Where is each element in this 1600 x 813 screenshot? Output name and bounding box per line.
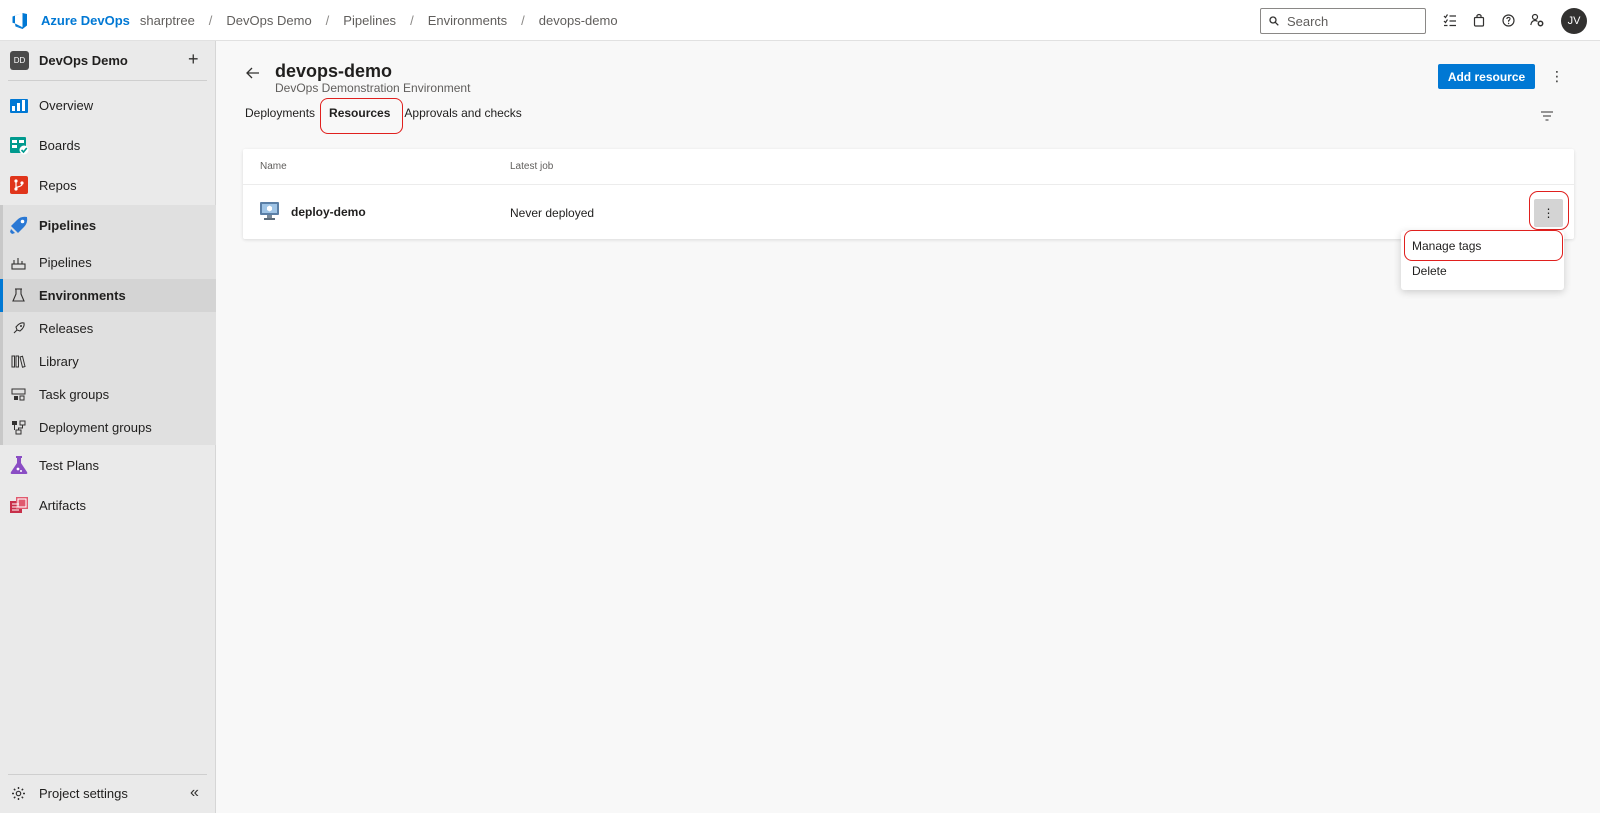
tab-deployments[interactable]: Deployments	[245, 106, 315, 120]
sidebar-item-test-plans[interactable]: Test Plans	[0, 445, 216, 485]
breadcrumb-pipelines[interactable]: Pipelines	[343, 13, 396, 28]
virtual-machine-icon	[260, 202, 279, 220]
task-groups-icon	[11, 388, 26, 401]
sidebar-item-boards[interactable]: Boards	[0, 125, 216, 165]
sidebar-item-label: Repos	[39, 177, 77, 193]
column-header-name: Name	[260, 161, 287, 172]
column-header-latest-job: Latest job	[510, 161, 554, 172]
releases-icon	[13, 322, 25, 334]
page-subtitle: DevOps Demonstration Environment	[275, 81, 471, 95]
breadcrumb-environments[interactable]: Environments	[428, 13, 507, 28]
menu-item-delete[interactable]: Delete	[1412, 264, 1447, 278]
boards-icon	[10, 137, 29, 155]
deployment-groups-icon	[12, 420, 26, 435]
environments-icon	[12, 288, 25, 302]
breadcrumb-environment[interactable]: devops-demo	[539, 13, 618, 28]
breadcrumb: sharptree / DevOps Demo / Pipelines / En…	[140, 13, 618, 28]
search-input[interactable]	[1287, 13, 1417, 29]
pipelines-sub-icon	[11, 258, 26, 270]
sidebar-subitem-environments[interactable]: Environments	[0, 279, 216, 312]
breadcrumb-separator: /	[208, 12, 213, 28]
library-icon	[11, 355, 26, 368]
sidebar-subitem-label: Environments	[39, 288, 126, 303]
project-header[interactable]: DD DevOps Demo	[0, 41, 216, 79]
project-name: DevOps Demo	[39, 52, 128, 68]
resource-name-link[interactable]: deploy-demo	[291, 205, 366, 219]
project-badge: DD	[10, 50, 29, 70]
sidebar-divider	[8, 774, 207, 775]
azure-devops-logo[interactable]: Azure DevOps	[10, 10, 130, 30]
overview-icon	[10, 99, 28, 113]
table-divider	[243, 184, 1574, 185]
sidebar-item-overview[interactable]: Overview	[0, 85, 216, 125]
selected-indicator	[0, 279, 3, 312]
sidebar-item-repos[interactable]: Repos	[0, 165, 216, 205]
help-icon[interactable]	[1500, 11, 1516, 29]
sidebar-item-pipelines[interactable]: Pipelines	[0, 205, 216, 245]
user-settings-icon[interactable]	[1529, 11, 1545, 29]
sidebar-item-label: Pipelines	[39, 217, 97, 233]
sidebar-subitem-label: Deployment groups	[39, 420, 152, 435]
resources-table	[243, 149, 1574, 239]
tab-approvals-and-checks[interactable]: Approvals and checks	[404, 106, 521, 120]
sidebar: DD DevOps Demo + Overview Boards Repos P…	[0, 41, 216, 813]
sidebar-subitem-task-groups[interactable]: Task groups	[0, 378, 216, 411]
highlight-annotation	[1529, 191, 1569, 230]
sidebar-item-label: Artifacts	[39, 497, 86, 513]
sidebar-subitem-releases[interactable]: Releases	[0, 312, 216, 345]
sidebar-item-project-settings[interactable]: Project settings	[0, 777, 216, 810]
resource-latest-job: Never deployed	[510, 206, 595, 220]
breadcrumb-separator: /	[521, 12, 525, 28]
search-icon	[1269, 16, 1279, 26]
more-actions-icon[interactable]: ⋮	[1550, 68, 1564, 85]
sidebar-item-label: Boards	[39, 137, 81, 153]
filter-icon[interactable]	[1541, 108, 1553, 126]
breadcrumb-project[interactable]: DevOps Demo	[226, 13, 311, 28]
breadcrumb-separator: /	[410, 12, 414, 28]
sidebar-item-artifacts[interactable]: Artifacts	[0, 485, 216, 525]
sidebar-divider	[8, 80, 207, 81]
highlight-annotation	[1404, 230, 1563, 261]
back-arrow-icon[interactable]	[246, 66, 260, 84]
bag-icon[interactable]	[1471, 11, 1487, 29]
sidebar-subitem-pipelines[interactable]: Pipelines	[0, 246, 216, 279]
sidebar-subitem-deployment-groups[interactable]: Deployment groups	[0, 411, 216, 444]
sidebar-item-label: Test Plans	[39, 457, 99, 473]
breadcrumb-organization[interactable]: sharptree	[140, 13, 195, 28]
gear-icon	[12, 787, 25, 800]
artifacts-icon	[10, 497, 28, 513]
checklist-icon[interactable]	[1442, 11, 1458, 29]
sidebar-subitem-label: Pipelines	[39, 255, 92, 270]
brand-label: Azure DevOps	[41, 12, 130, 28]
search-box[interactable]	[1260, 8, 1426, 34]
pipelines-icon	[10, 216, 28, 234]
add-icon[interactable]: +	[188, 50, 199, 68]
test-plans-icon	[10, 456, 28, 474]
top-icons	[1442, 11, 1558, 29]
breadcrumb-separator: /	[325, 12, 330, 28]
page-title: devops-demo	[275, 61, 393, 81]
azure-devops-icon	[12, 13, 27, 29]
avatar[interactable]: JV	[1561, 8, 1587, 34]
sidebar-subitem-label: Releases	[39, 321, 94, 336]
sidebar-subitem-label: Library	[39, 354, 79, 369]
add-resource-button[interactable]: Add resource	[1438, 64, 1535, 89]
highlight-annotation	[320, 98, 403, 134]
sidebar-subitem-label: Task groups	[39, 387, 110, 402]
sidebar-subitem-library[interactable]: Library	[0, 345, 216, 378]
repos-icon	[10, 176, 28, 194]
sidebar-item-label: Overview	[39, 97, 94, 113]
sidebar-item-label: Project settings	[39, 786, 128, 801]
collapse-sidebar-icon[interactable]: «	[190, 785, 199, 801]
